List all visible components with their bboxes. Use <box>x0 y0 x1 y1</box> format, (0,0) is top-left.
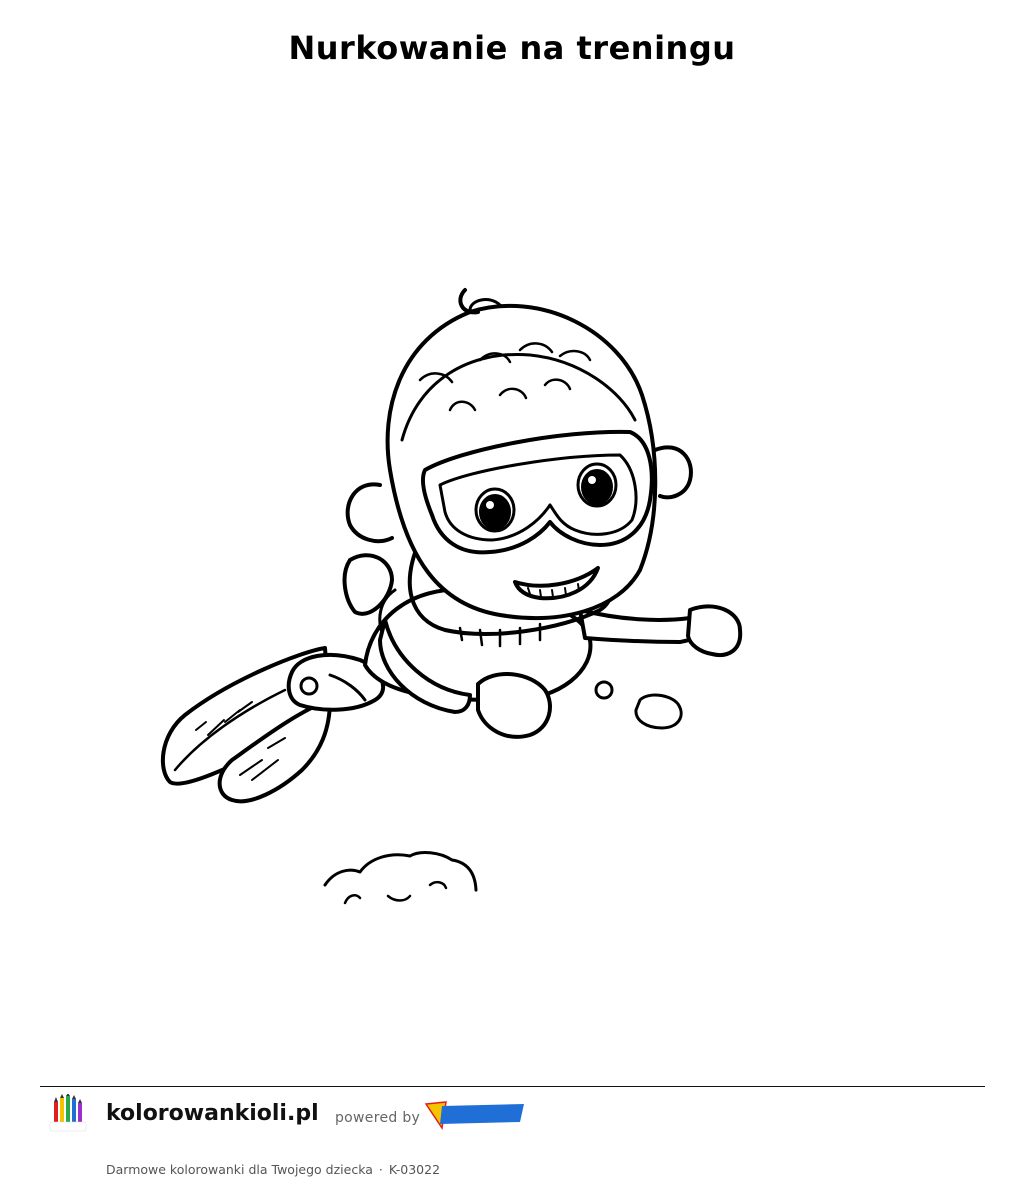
coloring-page-code: K-03022 <box>388 1162 441 1177</box>
tagline-text: Darmowe kolorowanki dla Twojego dziecka <box>106 1162 373 1177</box>
kolorowankioli-logo[interactable] <box>44 1094 92 1142</box>
air-tank <box>342 553 394 616</box>
diver-arm-right <box>578 604 743 657</box>
diver-coloring-illustration <box>160 288 743 905</box>
footer-divider <box>40 1086 985 1087</box>
powered-by-label: powered by <box>335 1110 421 1126</box>
animatolka-logo[interactable] <box>424 1098 528 1132</box>
site-name[interactable]: kolorowankioli.pl <box>106 1101 319 1126</box>
sea-rock <box>323 851 478 905</box>
air-bubbles <box>594 680 683 730</box>
footer-tagline: Darmowe kolorowanki dla Twojego dziecka ·… <box>106 1162 440 1177</box>
tagline-separator: · <box>378 1162 383 1177</box>
